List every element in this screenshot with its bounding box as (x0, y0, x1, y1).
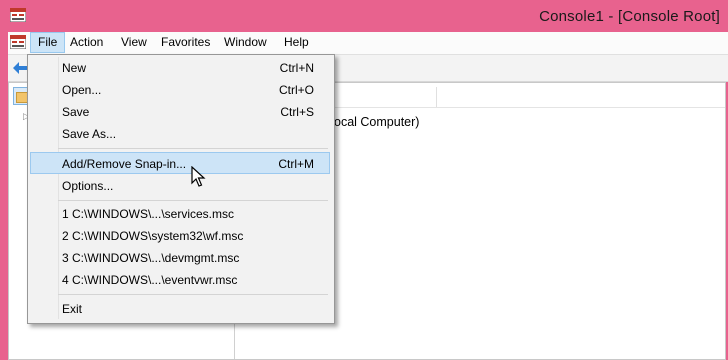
file-menu-dropdown: New Ctrl+N Open... Ctrl+O Save Ctrl+S Sa… (27, 54, 335, 324)
menu-item-label: Save As... (62, 127, 117, 141)
menu-item-label: Open... (62, 83, 102, 97)
menu-item-label: 3 C:\WINDOWS\...\devmgmt.msc (62, 251, 240, 265)
menu-help[interactable]: Help (277, 32, 316, 53)
menu-item-save-as[interactable]: Save As... (30, 124, 330, 144)
window-title: Console1 - [Console Root] (539, 8, 720, 25)
menu-item-label: 2 C:\WINDOWS\system32\wf.msc (62, 229, 244, 243)
menu-item-label: 1 C:\WINDOWS\...\services.msc (62, 207, 235, 221)
menu-action[interactable]: Action (63, 32, 110, 53)
menu-item-label: Add/Remove Snap-in... (62, 157, 187, 171)
menu-item-shortcut: Ctrl+N (279, 61, 314, 75)
menu-item-save[interactable]: Save Ctrl+S (30, 102, 330, 122)
menu-window[interactable]: Window (217, 32, 274, 53)
menu-bar: File Action View Favorites Window Help (8, 32, 728, 55)
menu-item-label: Options... (62, 179, 114, 193)
menu-item-recent-3[interactable]: 3 C:\WINDOWS\...\devmgmt.msc (30, 248, 330, 268)
menu-item-add-remove-snap-in[interactable]: Add/Remove Snap-in... Ctrl+M (30, 152, 330, 174)
menu-item-shortcut: Ctrl+S (280, 105, 314, 119)
mmc-window: Console1 - [Console Root] File Action Vi… (0, 0, 728, 360)
title-bar[interactable]: Console1 - [Console Root] (0, 0, 728, 32)
app-icon[interactable] (10, 35, 26, 49)
menu-separator (58, 200, 328, 201)
menu-item-recent-4[interactable]: 4 C:\WINDOWS\...\eventvwr.msc (30, 270, 330, 290)
mouse-cursor-icon (191, 166, 206, 187)
menu-item-shortcut: Ctrl+M (278, 157, 314, 171)
menu-item-label: 4 C:\WINDOWS\...\eventvwr.msc (62, 273, 238, 287)
details-item-text: ocal Computer) (334, 115, 420, 129)
menu-separator (58, 294, 328, 295)
menu-favorites[interactable]: Favorites (154, 32, 217, 53)
back-arrow-icon[interactable] (12, 61, 28, 75)
menu-item-recent-2[interactable]: 2 C:\WINDOWS\system32\wf.msc (30, 226, 330, 246)
menu-item-label: Save (62, 105, 90, 119)
menu-item-recent-1[interactable]: 1 C:\WINDOWS\...\services.msc (30, 204, 330, 224)
menu-item-open[interactable]: Open... Ctrl+O (30, 80, 330, 100)
menu-item-label: Exit (62, 302, 83, 316)
app-icon (10, 8, 26, 22)
menu-file[interactable]: File (30, 32, 66, 53)
menu-item-label: New (62, 61, 87, 75)
menu-item-options[interactable]: Options... (30, 176, 330, 196)
menu-separator (58, 148, 328, 149)
menu-item-new[interactable]: New Ctrl+N (30, 58, 330, 78)
menu-item-exit[interactable]: Exit (30, 299, 330, 319)
column-divider[interactable] (436, 87, 437, 107)
menu-item-shortcut: Ctrl+O (278, 83, 314, 97)
menu-view[interactable]: View (114, 32, 154, 53)
